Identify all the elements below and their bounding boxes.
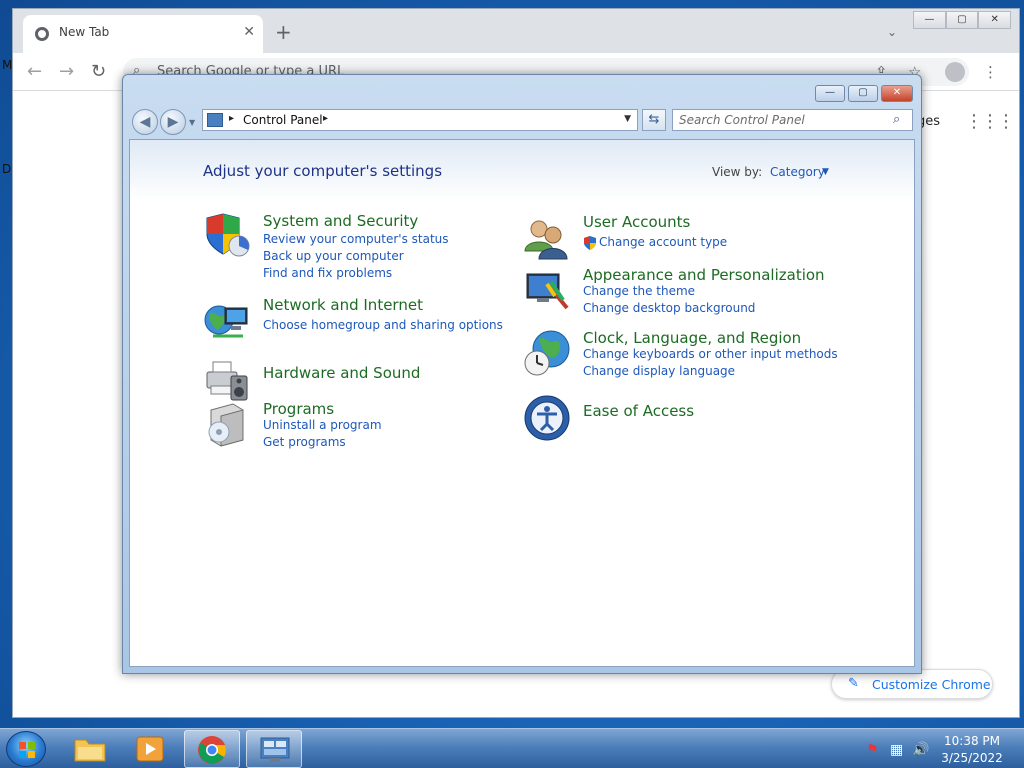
programs-box-icon[interactable]	[203, 400, 251, 448]
taskbar-chrome[interactable]	[184, 730, 240, 768]
link-change-theme[interactable]: Change the theme	[583, 284, 695, 298]
desktop-icon-label-fragment[interactable]: M	[2, 58, 12, 72]
google-apps-icon[interactable]: ⋮⋮⋮	[965, 111, 1015, 132]
link-change-account-type[interactable]: Change account type	[599, 235, 727, 249]
clock-time[interactable]: 10:38 PM	[932, 734, 1012, 748]
customize-chrome-label: Customize Chrome	[872, 677, 991, 692]
category-title[interactable]: Hardware and Sound	[263, 364, 420, 382]
taskbar-media-player[interactable]	[122, 730, 178, 768]
shield-icon[interactable]	[203, 212, 251, 260]
search-icon[interactable]: ⌕	[893, 112, 900, 127]
refresh-button[interactable]: ⇆	[642, 109, 666, 131]
profile-avatar-icon[interactable]	[945, 62, 965, 82]
reload-icon[interactable]: ↻	[91, 61, 106, 82]
forward-arrow-icon[interactable]: →	[59, 61, 74, 82]
chrome-favicon-icon	[35, 27, 49, 41]
link-change-desktop-background[interactable]: Change desktop background	[583, 301, 755, 315]
breadcrumb-control-panel[interactable]: Control Panel	[243, 113, 323, 127]
address-bar[interactable]: ▸ Control Panel ▸ ▼	[202, 109, 638, 131]
chrome-menu-icon[interactable]: ⋮	[983, 63, 998, 81]
clock-date[interactable]: 3/25/2022	[932, 751, 1012, 765]
category-title[interactable]: System and Security	[263, 212, 418, 230]
windows-logo-icon	[19, 742, 35, 758]
chrome-minimize-button[interactable]: —	[913, 11, 946, 29]
control-panel-content: Adjust your computer's settings View by:…	[129, 139, 915, 667]
link-get-programs[interactable]: Get programs	[263, 435, 346, 449]
uac-shield-icon	[584, 236, 596, 250]
page-title: Adjust your computer's settings	[203, 162, 443, 180]
view-by-dropdown[interactable]: Category	[770, 165, 825, 179]
cp-minimize-button[interactable]: —	[815, 85, 845, 102]
control-panel-icon	[207, 113, 223, 127]
link-change-display-language[interactable]: Change display language	[583, 364, 735, 378]
action-center-flag-icon[interactable]: ⚑	[866, 742, 879, 758]
taskbar-control-panel[interactable]	[246, 730, 302, 768]
desktop-icon-label-fragment[interactable]: D	[2, 162, 11, 176]
link-change-keyboards[interactable]: Change keyboards or other input methods	[583, 347, 838, 361]
control-panel-window-controls: — ▢ ✕	[812, 85, 913, 103]
recent-pages-dropdown-icon[interactable]: ▼	[189, 118, 195, 127]
taskbar-explorer[interactable]	[62, 730, 118, 768]
breadcrumb-arrow-icon[interactable]: ▸	[229, 113, 234, 124]
chrome-tabstrip: New Tab ✕ + ⌄ — ▢ ✕	[13, 9, 1019, 53]
pencil-icon: ✎	[848, 676, 859, 691]
appearance-monitor-icon[interactable]	[523, 266, 571, 314]
link-uninstall-program[interactable]: Uninstall a program	[263, 418, 382, 432]
clock-globe-icon[interactable]	[523, 329, 571, 377]
breadcrumb-arrow-icon[interactable]: ▸	[323, 113, 328, 124]
chrome-maximize-button[interactable]: ▢	[945, 11, 979, 29]
taskbar: ⚑ ▦ 🔊 10:38 PM 3/25/2022	[0, 728, 1024, 768]
category-title[interactable]: Network and Internet	[263, 296, 423, 314]
link-back-up[interactable]: Back up your computer	[263, 249, 404, 263]
category-title[interactable]: Clock, Language, and Region	[583, 329, 801, 347]
close-tab-icon[interactable]: ✕	[243, 24, 255, 40]
ease-of-access-icon[interactable]	[523, 394, 571, 442]
back-arrow-icon[interactable]: ←	[27, 61, 42, 82]
volume-icon[interactable]: 🔊	[912, 742, 929, 758]
users-icon[interactable]	[523, 215, 571, 263]
folder-icon	[74, 739, 106, 762]
printer-speaker-icon[interactable]	[203, 356, 251, 404]
search-control-panel-input[interactable]	[672, 109, 913, 131]
view-by-label: View by:	[712, 165, 763, 179]
chrome-tab-title: New Tab	[59, 25, 110, 39]
media-player-icon	[136, 736, 164, 762]
cp-forward-button[interactable]: ▶	[160, 109, 186, 135]
cp-back-button[interactable]: ◀	[132, 109, 158, 135]
category-title[interactable]: Ease of Access	[583, 402, 694, 420]
tab-search-icon[interactable]: ⌄	[887, 25, 897, 39]
chrome-icon	[198, 736, 226, 764]
network-globe-icon[interactable]	[203, 296, 251, 344]
link-review-status[interactable]: Review your computer's status	[263, 232, 449, 246]
link-homegroup-sharing[interactable]: Choose homegroup and sharing options	[263, 318, 503, 332]
category-title[interactable]: Programs	[263, 400, 334, 418]
cp-close-button[interactable]: ✕	[881, 85, 913, 102]
cp-maximize-button[interactable]: ▢	[848, 85, 878, 102]
new-tab-button[interactable]: +	[275, 22, 292, 42]
view-by-caret-icon[interactable]: ▼	[822, 167, 829, 177]
control-panel-icon	[260, 737, 290, 762]
chrome-window-controls: — ▢ ✕	[913, 11, 1012, 29]
chrome-close-button[interactable]: ✕	[978, 11, 1012, 29]
chrome-tab-new-tab[interactable]: New Tab ✕	[23, 15, 263, 53]
link-find-fix[interactable]: Find and fix problems	[263, 266, 392, 280]
start-button[interactable]	[6, 731, 46, 767]
network-icon[interactable]: ▦	[890, 742, 903, 758]
category-title[interactable]: User Accounts	[583, 213, 690, 231]
control-panel-window: — ▢ ✕ ◀ ▶ ▼ ▸ Control Panel ▸ ▼ ⇆ ⌕ Adju…	[122, 74, 922, 674]
address-dropdown-icon[interactable]: ▼	[624, 114, 631, 124]
category-title[interactable]: Appearance and Personalization	[583, 266, 825, 284]
